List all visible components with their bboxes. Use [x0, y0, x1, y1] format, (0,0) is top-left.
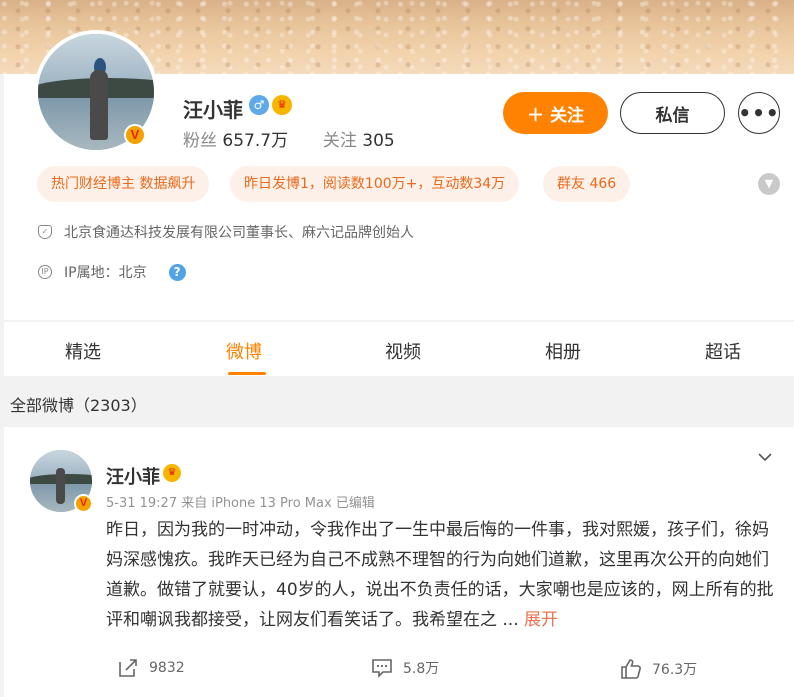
post-text: 昨日，因为我的一时冲动，令我作出了一生中最后悔的一件事，我对熙媛，孩子们，徐妈妈…: [106, 515, 778, 635]
active-tab-indicator: [228, 372, 266, 375]
post-body: 昨日，因为我的一时冲动，令我作出了一生中最后悔的一件事，我对熙媛，孩子们，徐妈妈…: [106, 520, 774, 630]
repost-action[interactable]: 9832: [117, 657, 185, 679]
profile-name: 汪小菲: [183, 98, 243, 122]
crown-icon: ♛: [272, 95, 292, 115]
male-verify-icon: ♂: [249, 95, 269, 115]
message-button[interactable]: 私信: [620, 92, 725, 134]
post-meta: 5-31 19:27 来自 iPhone 13 Pro Max 已编辑: [106, 496, 375, 511]
tab-super-topic[interactable]: 超话: [705, 338, 741, 364]
post-author-name[interactable]: 汪小菲: [106, 463, 160, 489]
tab-album[interactable]: 相册: [545, 338, 581, 364]
profile-tabs: 精选 微博 视频 相册 超话: [4, 322, 794, 376]
tag-hot-finance[interactable]: 热门财经博主 数据飙升: [37, 166, 210, 202]
follow-button-label: 关注: [550, 105, 584, 126]
post-crown-icon: ♛: [163, 464, 181, 482]
comment-icon: [372, 659, 392, 678]
ip-icon: IP: [38, 265, 52, 279]
like-count: 76.3万: [652, 662, 698, 678]
like-action[interactable]: 76.3万: [620, 658, 697, 680]
tab-weibo[interactable]: 微博: [226, 338, 262, 364]
fans-count[interactable]: 657.7万: [222, 131, 288, 151]
follow-label: 关注: [322, 131, 357, 151]
expand-link[interactable]: 展开: [524, 610, 558, 630]
plus-icon: ＋: [527, 105, 544, 126]
comment-count: 5.8万: [403, 661, 440, 677]
info-title-row: ✓ 北京食通达科技发展有限公司董事长、麻六记品牌创始人: [38, 222, 414, 242]
comment-action[interactable]: 5.8万: [371, 657, 439, 679]
help-icon[interactable]: ?: [168, 263, 186, 281]
verified-v-badge-icon: V: [124, 124, 146, 146]
info-title-text: 北京食通达科技发展有限公司董事长、麻六记品牌创始人: [64, 225, 414, 241]
profile-stats: 粉丝 657.7万 关注 305: [183, 126, 395, 151]
follow-count[interactable]: 305: [362, 131, 394, 151]
tag-yesterday-stats[interactable]: 昨日发博1，阅读数100万+，互动数34万: [230, 166, 520, 202]
repost-count: 9832: [149, 660, 185, 676]
tab-featured[interactable]: 精选: [65, 338, 101, 364]
all-posts-filter[interactable]: 全部微博（2303）: [10, 392, 147, 416]
post-menu-chevron-icon[interactable]: [758, 448, 772, 466]
tab-video[interactable]: 视频: [385, 338, 421, 364]
info-ip-row: IP IP属地：北京 ?: [38, 262, 186, 282]
shield-icon: ✓: [38, 225, 52, 239]
info-ip-text: IP属地：北京: [64, 265, 147, 281]
tag-group-friends[interactable]: 群友 466: [543, 166, 631, 202]
thumbs-up-icon: [621, 659, 641, 679]
post-verified-v-badge-icon: V: [74, 494, 93, 513]
repost-icon: [119, 659, 137, 677]
more-options-button[interactable]: •••: [738, 92, 780, 134]
fans-label: 粉丝: [183, 131, 217, 151]
expand-tags-chevron-icon[interactable]: ▼: [758, 173, 780, 195]
follow-button[interactable]: ＋ 关注: [503, 92, 608, 134]
